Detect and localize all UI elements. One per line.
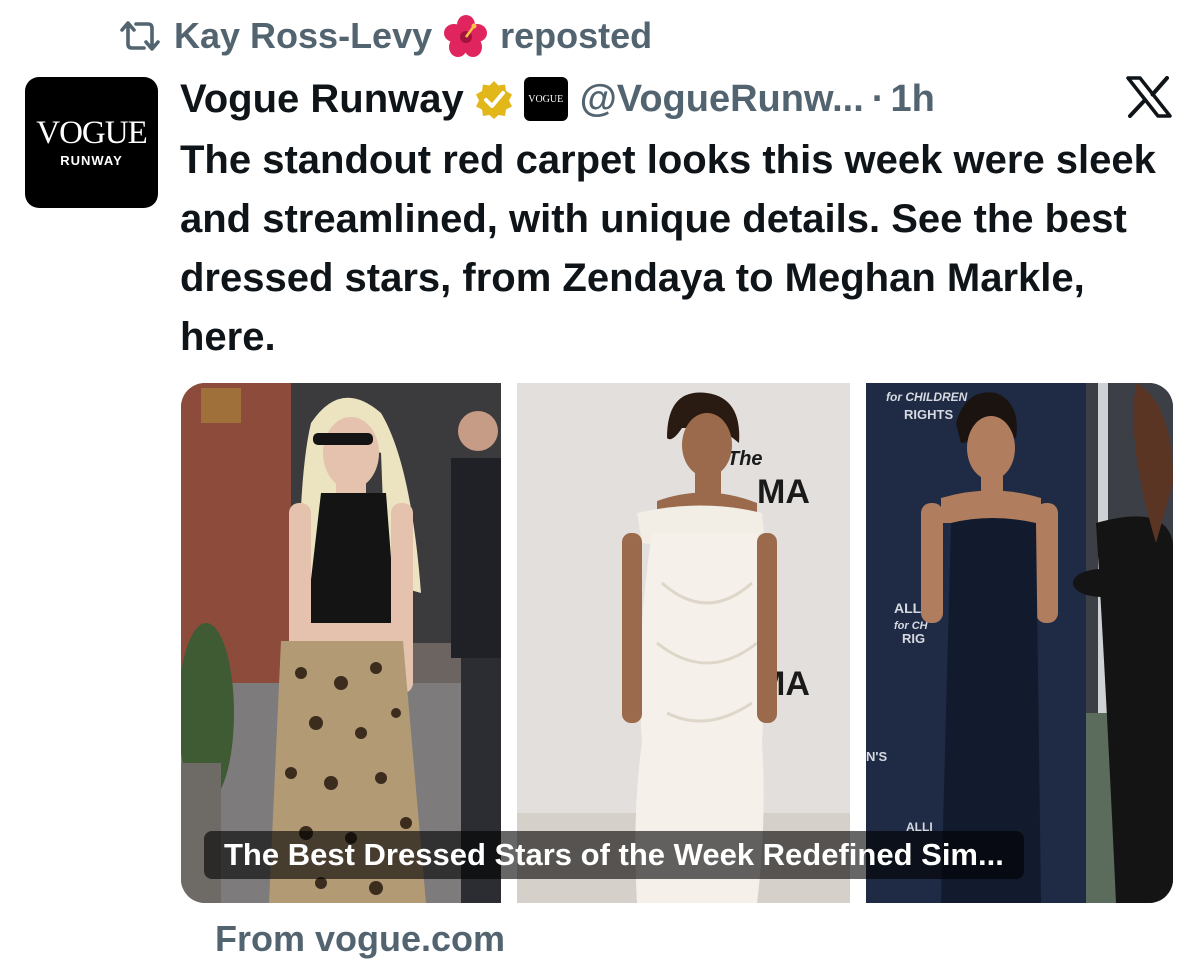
- backdrop-text-alli-1: ALLI: [894, 600, 925, 616]
- repost-action-label: reposted: [500, 15, 653, 56]
- card-title[interactable]: The Best Dressed Stars of the Week Redef…: [204, 831, 1024, 879]
- avatar-logo-vogue: VOGUE: [36, 115, 147, 151]
- backdrop-text-ma-1: MA: [757, 473, 810, 511]
- author-display-name[interactable]: Vogue Runway: [180, 77, 464, 122]
- backdrop-text-the: The: [727, 448, 763, 470]
- repost-icon: [118, 16, 162, 56]
- avatar-logo-runway: RUNWAY: [60, 153, 123, 168]
- link-preview-card[interactable]: The MA MA for CHILDREN RIGHTS ALLI for C…: [181, 383, 1173, 903]
- card-source-link[interactable]: From vogue.com: [215, 918, 505, 960]
- hibiscus-icon: [444, 14, 488, 58]
- tweet-header: Vogue Runway VOGUE @VogueRunw... · 1h: [180, 73, 935, 125]
- tweet-text: The standout red carpet looks this week …: [180, 138, 1156, 359]
- verified-badge-icon[interactable]: [474, 79, 514, 119]
- photo-white-gown: The MA MA: [517, 383, 850, 903]
- backdrop-text-rights: RIGHTS: [904, 407, 953, 422]
- x-logo-icon: [1126, 76, 1172, 118]
- separator-dot: ·: [871, 77, 885, 120]
- author-avatar[interactable]: VOGUE RUNWAY: [25, 77, 158, 208]
- affiliate-badge[interactable]: VOGUE: [523, 77, 568, 121]
- tweet-timestamp[interactable]: 1h: [890, 78, 934, 121]
- photo-street-style: [181, 383, 501, 903]
- backdrop-text-rig: RIG: [902, 631, 925, 646]
- author-handle[interactable]: @VogueRunw...: [580, 78, 864, 121]
- backdrop-text-ns: N'S: [866, 749, 887, 764]
- repost-context[interactable]: Kay Ross-Levy reposted: [118, 14, 652, 58]
- photo-navy-gown: for CHILDREN RIGHTS ALLI for CH RIG N'S …: [866, 383, 1173, 903]
- repost-user-name[interactable]: Kay Ross-Levy: [174, 15, 432, 57]
- backdrop-text-children: for CHILDREN: [886, 390, 968, 404]
